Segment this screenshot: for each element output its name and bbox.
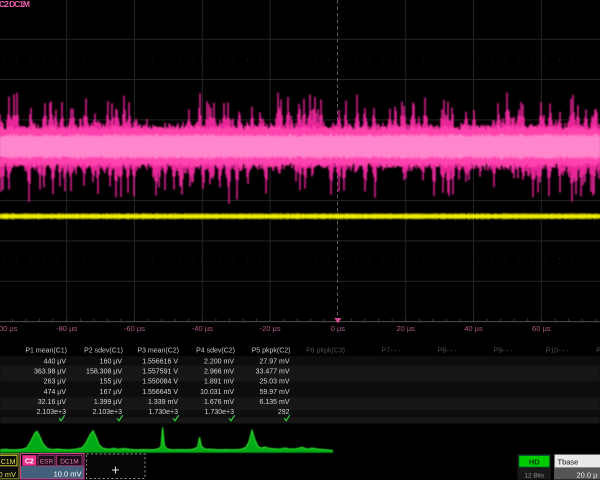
svg-text:P9- - -: P9- - - xyxy=(494,348,514,355)
svg-text:10.0 mV: 10.0 mV xyxy=(54,469,82,478)
svg-text:P2 sdev(C1): P2 sdev(C1) xyxy=(84,348,123,355)
svg-text:60 µs: 60 µs xyxy=(532,324,551,333)
svg-text:1.730e+3: 1.730e+3 xyxy=(205,409,234,416)
svg-text:40 µs: 40 µs xyxy=(464,324,483,333)
svg-text:6.135 mV: 6.135 mV xyxy=(260,399,290,406)
svg-text:P6 pkpk(C3): P6 pkpk(C3) xyxy=(306,348,345,355)
svg-text:0 mV: 0 mV xyxy=(0,470,16,479)
svg-text:1.399 µV: 1.399 µV xyxy=(94,399,122,406)
svg-text:2.103e+3: 2.103e+3 xyxy=(37,409,66,416)
svg-text:P10- - -: P10- - - xyxy=(546,348,570,355)
svg-text:1.550084 V: 1.550084 V xyxy=(142,379,178,386)
svg-text:-100 µs: -100 µs xyxy=(0,324,18,333)
svg-text:-40 µs: -40 µs xyxy=(192,324,213,333)
svg-text:P5 pkpk(C2): P5 pkpk(C2) xyxy=(252,348,291,355)
svg-text:167 µV: 167 µV xyxy=(100,389,123,396)
svg-text:Tbase: Tbase xyxy=(558,458,579,467)
svg-text:474 µV: 474 µV xyxy=(44,389,67,396)
svg-text:2.103e+3: 2.103e+3 xyxy=(93,409,122,416)
svg-text:158.308 µV: 158.308 µV xyxy=(86,369,122,376)
svg-text:P11: P11 xyxy=(596,348,600,355)
svg-text:440 µV: 440 µV xyxy=(44,358,67,365)
svg-text:-60 µs: -60 µs xyxy=(124,324,145,333)
svg-text:1.556616 V: 1.556616 V xyxy=(142,358,178,365)
svg-text:20 µs: 20 µs xyxy=(396,324,415,333)
svg-text:C2: C2 xyxy=(25,459,34,466)
svg-text:1.557591 V: 1.557591 V xyxy=(142,369,178,376)
svg-text:160 µV: 160 µV xyxy=(100,358,123,365)
svg-text:33.477 mV: 33.477 mV xyxy=(256,369,290,376)
svg-text:292: 292 xyxy=(278,409,290,416)
svg-text:C2 DC1M: C2 DC1M xyxy=(0,0,30,9)
svg-text:155 µV: 155 µV xyxy=(100,379,123,386)
svg-text:ESR: ESR xyxy=(40,458,54,465)
svg-text:HD: HD xyxy=(529,458,540,467)
svg-text:2.966 mV: 2.966 mV xyxy=(204,369,234,376)
svg-text:-20 µs: -20 µs xyxy=(260,324,281,333)
svg-text:1.730e+3: 1.730e+3 xyxy=(149,409,178,416)
svg-text:363.98 µV: 363.98 µV xyxy=(34,369,66,376)
svg-text:P7- - -: P7- - - xyxy=(382,348,402,355)
svg-text:1.891 mV: 1.891 mV xyxy=(204,379,234,386)
svg-text:C1M: C1M xyxy=(1,459,16,466)
svg-text:1.339 mV: 1.339 mV xyxy=(148,399,178,406)
svg-text:1.676 mV: 1.676 mV xyxy=(204,399,234,406)
svg-text:P3 mean(C2): P3 mean(C2) xyxy=(137,348,179,355)
svg-text:P4 sdev(C2): P4 sdev(C2) xyxy=(196,348,235,355)
svg-text:P8- - -: P8- - - xyxy=(438,348,458,355)
svg-text:25.03 mV: 25.03 mV xyxy=(260,379,290,386)
svg-text:+: + xyxy=(111,462,119,478)
svg-text:27.97 mV: 27.97 mV xyxy=(260,358,290,365)
svg-text:12 Bits: 12 Bits xyxy=(524,472,545,479)
svg-text:P1 mean(C1): P1 mean(C1) xyxy=(25,348,67,355)
svg-text:32.16 µV: 32.16 µV xyxy=(38,399,66,406)
svg-text:10.031 mV: 10.031 mV xyxy=(200,389,234,396)
svg-text:20.0 µ: 20.0 µ xyxy=(576,471,598,480)
svg-text:2.200 mV: 2.200 mV xyxy=(204,358,234,365)
svg-text:1.556645 V: 1.556645 V xyxy=(142,389,178,396)
svg-text:DC1M: DC1M xyxy=(60,458,78,465)
svg-text:0 µs: 0 µs xyxy=(331,324,346,333)
svg-text:-80 µs: -80 µs xyxy=(56,324,77,333)
svg-text:59.97 mV: 59.97 mV xyxy=(260,389,290,396)
svg-text:263 µV: 263 µV xyxy=(44,379,67,386)
